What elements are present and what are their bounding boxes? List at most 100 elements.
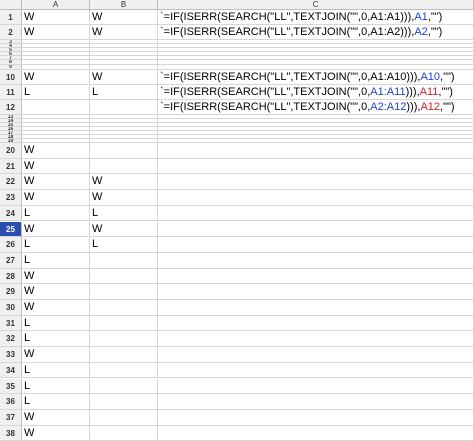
cell-b[interactable] — [90, 119, 158, 122]
cell-b[interactable] — [90, 123, 158, 126]
row-header[interactable]: 25 — [0, 221, 22, 237]
cell-a[interactable]: W — [22, 190, 90, 205]
cell-a[interactable]: W — [22, 300, 90, 315]
cell-c[interactable] — [158, 347, 474, 362]
cell-a[interactable]: L — [22, 394, 90, 409]
row-header[interactable]: 11 — [0, 85, 22, 99]
row-header[interactable]: 6 — [0, 52, 22, 55]
cell-c[interactable] — [158, 331, 474, 347]
cell-c[interactable]: `=IF(ISERR(SEARCH("LL",TEXTJOIN("",0,A1:… — [158, 85, 474, 99]
cell-b[interactable]: W — [90, 221, 158, 237]
cell-a[interactable]: W — [22, 425, 90, 441]
cell-b[interactable] — [90, 143, 158, 158]
cell-a[interactable] — [22, 40, 90, 43]
cell-b[interactable] — [90, 60, 158, 64]
row-header[interactable]: 4 — [0, 44, 22, 47]
cell-a[interactable] — [22, 131, 90, 134]
cell-b[interactable] — [90, 315, 158, 331]
cell-a[interactable]: L — [22, 252, 90, 268]
cell-c[interactable] — [158, 139, 474, 142]
row-header[interactable]: 7 — [0, 56, 22, 59]
cell-a[interactable]: L — [22, 315, 90, 331]
row-header[interactable]: 24 — [0, 205, 22, 221]
cell-a[interactable] — [22, 135, 90, 138]
cell-a[interactable] — [22, 127, 90, 130]
cell-c[interactable] — [158, 115, 474, 118]
cell-c[interactable] — [158, 123, 474, 126]
cell-a[interactable] — [22, 100, 90, 114]
cell-a[interactable]: W — [22, 284, 90, 299]
cell-c[interactable] — [158, 268, 474, 284]
cell-b[interactable] — [90, 44, 158, 47]
cell-b[interactable] — [90, 347, 158, 362]
cell-b[interactable] — [90, 48, 158, 51]
cell-b[interactable] — [90, 394, 158, 409]
cell-c[interactable] — [158, 48, 474, 51]
cell-c[interactable] — [158, 65, 474, 69]
row-header[interactable]: 32 — [0, 331, 22, 347]
row-header[interactable]: 30 — [0, 300, 22, 315]
cell-c[interactable] — [158, 174, 474, 190]
cell-b[interactable] — [90, 56, 158, 59]
column-header-b[interactable]: B — [90, 0, 158, 10]
row-header[interactable]: 18 — [0, 135, 22, 138]
cell-c[interactable] — [158, 190, 474, 205]
column-header-c[interactable]: C — [158, 0, 474, 10]
cell-c[interactable]: `=IF(ISERR(SEARCH("LL",TEXTJOIN("",0,A1:… — [158, 25, 474, 39]
cell-c[interactable] — [158, 362, 474, 378]
cell-b[interactable] — [90, 409, 158, 425]
cell-b[interactable] — [90, 252, 158, 268]
cell-c[interactable] — [158, 56, 474, 59]
cell-a[interactable] — [22, 52, 90, 55]
cell-b[interactable] — [90, 100, 158, 114]
cell-b[interactable]: L — [90, 205, 158, 221]
cell-c[interactable] — [158, 425, 474, 441]
cell-b[interactable]: W — [90, 190, 158, 205]
cell-c[interactable] — [158, 284, 474, 299]
cell-a[interactable] — [22, 65, 90, 69]
cell-c[interactable]: `=IF(ISERR(SEARCH("LL",TEXTJOIN("",0,A1:… — [158, 10, 474, 24]
row-header[interactable]: 17 — [0, 131, 22, 134]
cell-a[interactable]: W — [22, 409, 90, 425]
cell-b[interactable]: W — [90, 10, 158, 24]
cell-b[interactable] — [90, 362, 158, 378]
cell-b[interactable] — [90, 425, 158, 441]
row-header[interactable]: 14 — [0, 119, 22, 122]
cell-b[interactable] — [90, 331, 158, 347]
cell-c[interactable] — [158, 252, 474, 268]
row-header[interactable]: 36 — [0, 394, 22, 409]
cell-b[interactable] — [90, 135, 158, 138]
cell-a[interactable]: L — [22, 237, 90, 252]
cell-a[interactable] — [22, 44, 90, 47]
cell-a[interactable]: W — [22, 347, 90, 362]
cell-a[interactable]: W — [22, 268, 90, 284]
cell-a[interactable]: W — [22, 25, 90, 39]
row-header[interactable]: 22 — [0, 174, 22, 190]
row-header[interactable]: 3 — [0, 40, 22, 43]
row-header[interactable]: 19 — [0, 139, 22, 142]
cell-c[interactable] — [158, 44, 474, 47]
cell-c[interactable] — [158, 205, 474, 221]
cell-b[interactable] — [90, 127, 158, 130]
row-header[interactable]: 2 — [0, 25, 22, 39]
cell-b[interactable] — [90, 300, 158, 315]
cell-b[interactable] — [90, 158, 158, 174]
cell-a[interactable]: W — [22, 158, 90, 174]
row-header[interactable]: 27 — [0, 252, 22, 268]
cell-a[interactable] — [22, 119, 90, 122]
cell-c[interactable] — [158, 378, 474, 394]
cell-c[interactable] — [158, 60, 474, 64]
cell-c[interactable] — [158, 237, 474, 252]
cell-b[interactable] — [90, 52, 158, 55]
cell-b[interactable] — [90, 65, 158, 69]
row-header[interactable]: 23 — [0, 190, 22, 205]
row-header[interactable]: 28 — [0, 268, 22, 284]
row-header[interactable]: 31 — [0, 315, 22, 331]
cell-a[interactable]: L — [22, 85, 90, 99]
row-header[interactable]: 13 — [0, 115, 22, 118]
cell-a[interactable]: W — [22, 10, 90, 24]
cell-a[interactable] — [22, 48, 90, 51]
row-header[interactable]: 26 — [0, 237, 22, 252]
cell-c[interactable] — [158, 300, 474, 315]
cell-a[interactable]: W — [22, 143, 90, 158]
